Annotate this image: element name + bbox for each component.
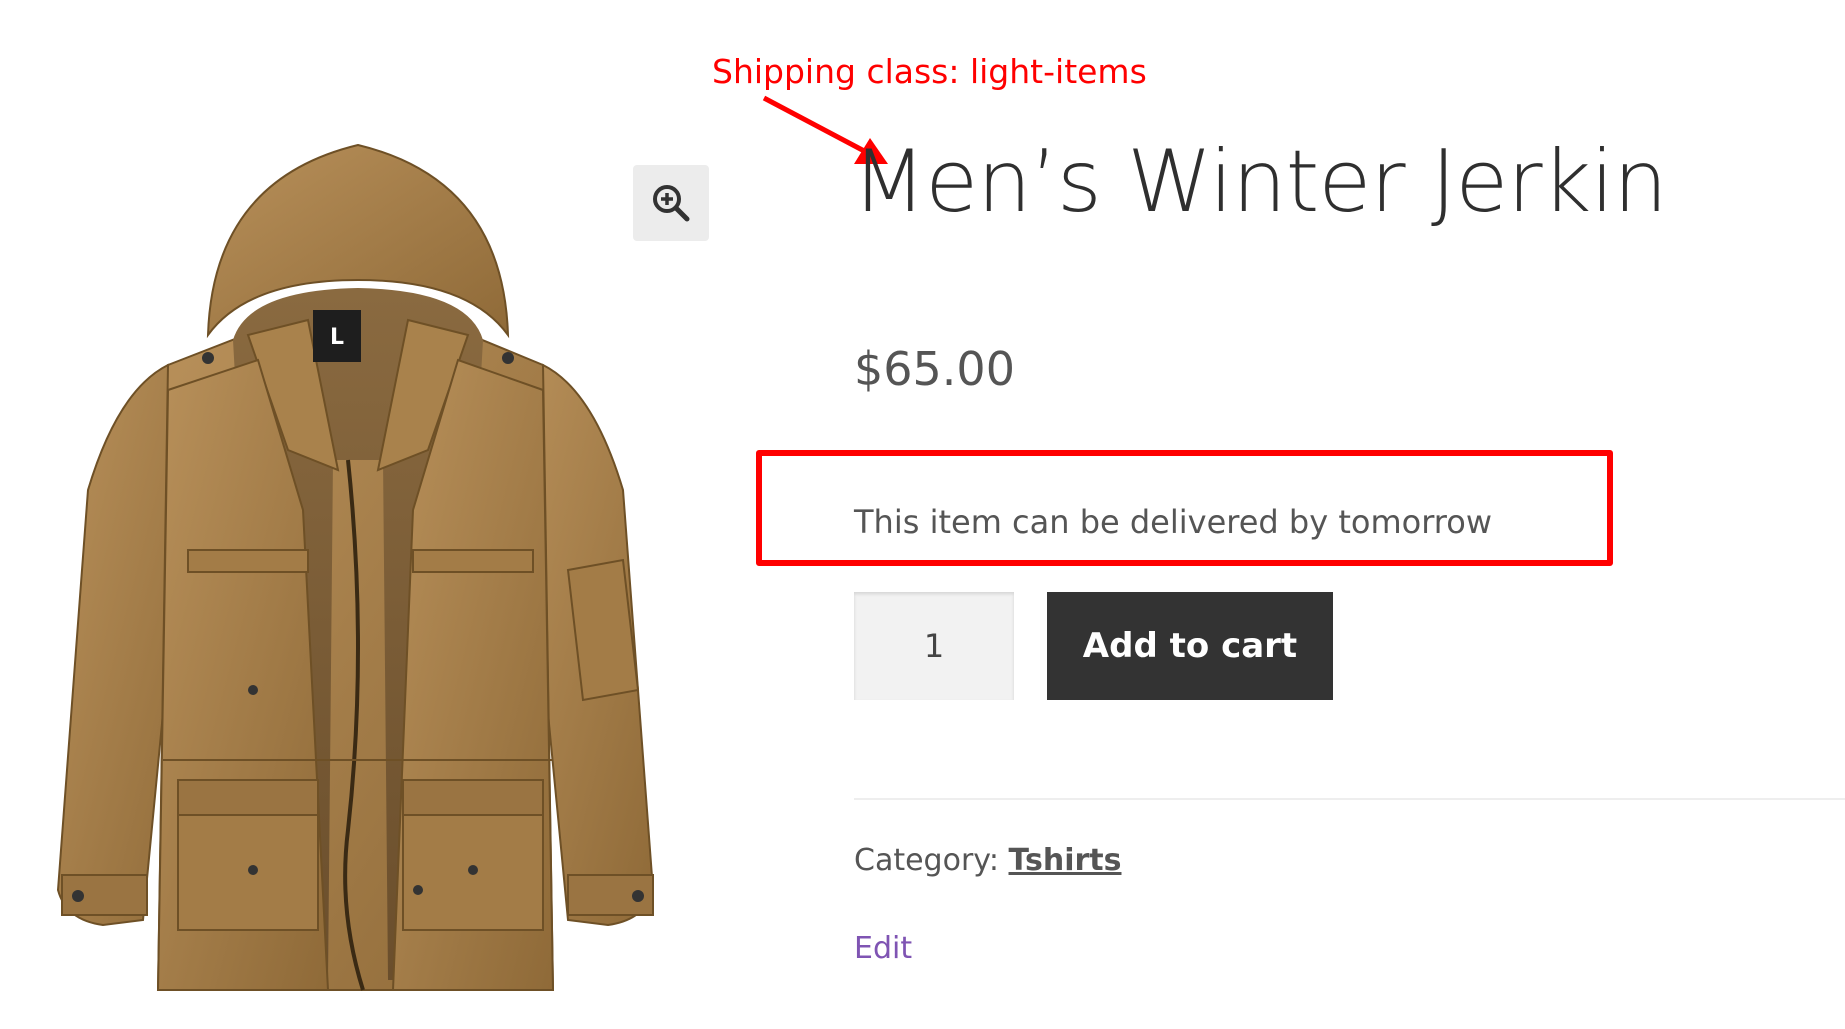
add-to-cart-button[interactable]: Add to cart xyxy=(1047,592,1333,700)
category-label: Category: xyxy=(854,843,999,878)
product-title: Men’s Winter Jerkin xyxy=(852,132,1668,232)
category-link[interactable]: Tshirts xyxy=(1009,843,1122,878)
annotation-label: Shipping class: light-items xyxy=(712,52,1147,91)
delivery-message: This item can be delivered by tomorrow xyxy=(854,503,1492,541)
product-price: $65.00 xyxy=(854,342,1015,396)
zoom-button[interactable] xyxy=(633,165,709,241)
product-category: Category: Tshirts xyxy=(854,843,1121,878)
divider xyxy=(854,798,1845,800)
zoom-in-icon xyxy=(653,185,690,222)
edit-link[interactable]: Edit xyxy=(854,931,912,966)
size-tag-text: L xyxy=(330,325,344,350)
product-image: L xyxy=(56,143,655,991)
quantity-input[interactable] xyxy=(854,592,1014,700)
